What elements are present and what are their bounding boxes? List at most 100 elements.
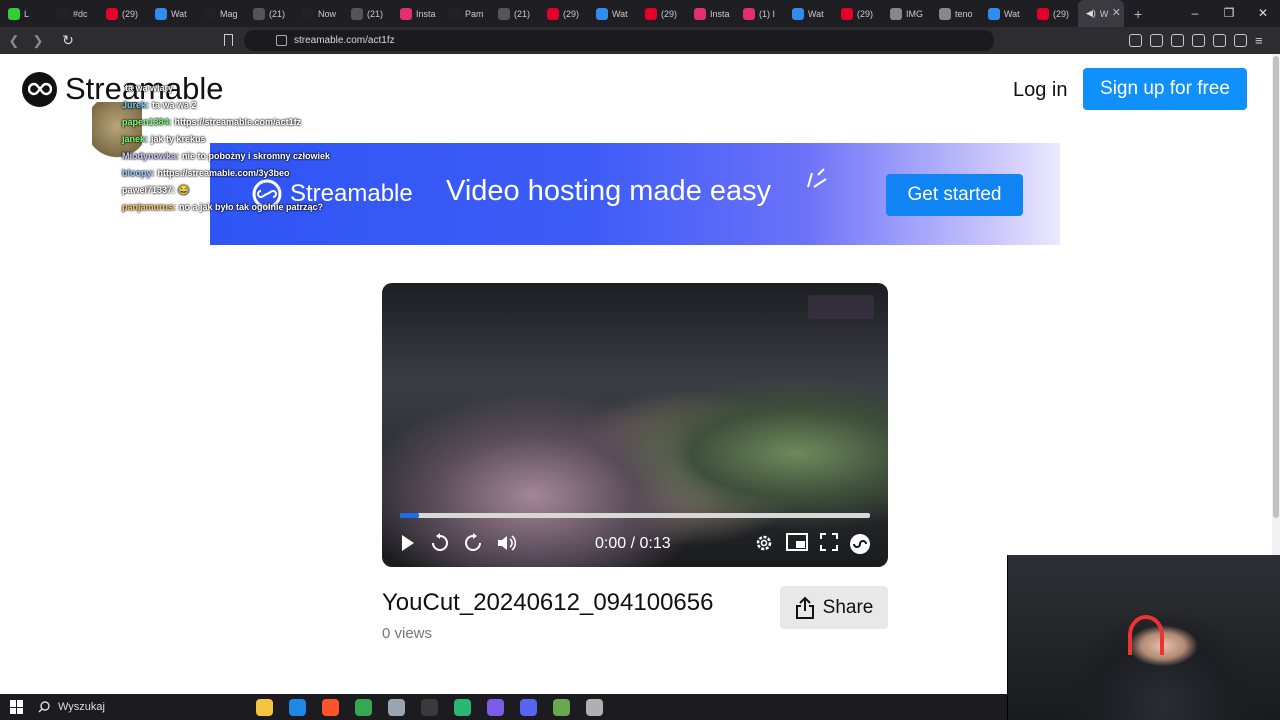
forward-button[interactable]: ❯ — [28, 33, 48, 49]
site-info-icon[interactable] — [276, 35, 287, 46]
vpn-icon[interactable] — [1234, 34, 1247, 47]
tab-label: Insta — [710, 8, 730, 19]
browser-tab[interactable]: L — [0, 0, 49, 27]
chat-username: bloopy: — [122, 168, 155, 178]
address-bar-row: ❮ ❯ ↻ streamable.com/act1fz ≡ — [0, 27, 1280, 54]
tab-label: (29) — [857, 8, 874, 19]
tab-label: (21) — [514, 8, 531, 19]
media-icon[interactable] — [1171, 34, 1184, 47]
picture-in-picture-icon — [786, 533, 808, 551]
browser-tab[interactable]: Wat — [980, 0, 1029, 27]
tab-label: L — [24, 8, 30, 19]
bookmark-icon[interactable] — [224, 34, 233, 46]
video-overlay-badge — [808, 295, 874, 319]
browser-tab[interactable]: Insta — [686, 0, 735, 27]
browser-tab[interactable]: (29) — [833, 0, 882, 27]
browser-tab[interactable]: IMG — [882, 0, 931, 27]
browser-tab[interactable]: (21) — [343, 0, 392, 27]
chat-text: no a jak było tak ogólnie patrząc? — [179, 202, 324, 212]
browser-tab[interactable]: Pam — [441, 0, 490, 27]
taskbar-app-icon[interactable] — [454, 698, 471, 716]
chat-message: Miodynowka: nie to pobożny i skromny czło… — [122, 148, 330, 165]
browser-tab[interactable]: (21) — [490, 0, 539, 27]
tab-favicon-icon — [400, 7, 412, 20]
get-started-button[interactable]: Get started — [886, 174, 1023, 216]
taskbar-app-icon[interactable] — [355, 698, 372, 716]
chat-message: ta wa wiary — [122, 80, 173, 97]
browser-tab[interactable]: Wat — [784, 0, 833, 27]
video-player[interactable]: 0:00 / 0:13 — [382, 283, 888, 567]
taskbar-app-icon[interactable] — [388, 698, 405, 716]
taskbar-app-icon[interactable] — [256, 698, 273, 716]
url-text: streamable.com/act1fz — [294, 35, 395, 46]
close-tab-icon[interactable]: ✕ — [1112, 6, 1121, 19]
chat-message: panjamurus: no a jak było tak ogólnie pat… — [122, 199, 323, 216]
tab-label: Wat — [808, 8, 824, 19]
menu-icon[interactable]: ≡ — [1255, 34, 1268, 47]
tab-label: W — [1099, 8, 1109, 19]
windows-taskbar: Wyszukaj — [0, 694, 1007, 720]
chat-text: nie to pobożny i skromny człowiek — [182, 151, 331, 161]
chat-username: papen1384: — [122, 117, 172, 127]
url-field[interactable]: streamable.com/act1fz — [224, 30, 994, 51]
login-link[interactable]: Log in — [1013, 79, 1068, 102]
tab-favicon-icon — [939, 7, 951, 20]
taskbar-app-icon[interactable] — [586, 698, 603, 716]
tab-favicon-icon — [351, 7, 363, 20]
browser-tab[interactable]: Now — [294, 0, 343, 27]
tab-favicon-icon — [253, 7, 265, 20]
share-button[interactable]: Share — [780, 586, 888, 629]
tab-label: (29) — [563, 8, 580, 19]
chat-message: pawel71337: 😂 — [122, 182, 189, 199]
taskbar-search[interactable]: Wyszukaj — [38, 701, 218, 713]
browser-tab[interactable]: #dc — [49, 0, 98, 27]
sparkle-icon — [807, 168, 827, 188]
maximize-button[interactable]: ❐ — [1212, 0, 1246, 27]
browser-tab-active[interactable]: ◀) W ✕ — [1078, 0, 1124, 27]
browser-tab[interactable]: (21) — [245, 0, 294, 27]
tab-label: #dc — [73, 8, 88, 19]
windows-start-icon[interactable] — [10, 700, 24, 714]
tab-favicon-icon — [498, 7, 510, 20]
browser-tab[interactable]: (1) I — [735, 0, 784, 27]
wallet-icon[interactable] — [1192, 34, 1205, 47]
taskbar-app-icon[interactable] — [487, 698, 504, 716]
back-button[interactable]: ❮ — [4, 33, 24, 49]
extensions-icon[interactable] — [1129, 34, 1142, 47]
reload-button[interactable]: ↻ — [58, 32, 78, 49]
tab-favicon-icon — [841, 7, 853, 20]
taskbar-app-icon[interactable] — [289, 698, 306, 716]
tab-favicon-icon — [8, 7, 20, 20]
video-progress-bar[interactable] — [400, 513, 870, 518]
browser-tab[interactable]: Mag — [196, 0, 245, 27]
browser-tab[interactable]: teno — [931, 0, 980, 27]
browser-tab[interactable]: Wat — [588, 0, 637, 27]
new-tab-button[interactable]: + — [1134, 6, 1154, 22]
tab-label: Wat — [1004, 8, 1020, 19]
browser-tab[interactable]: (29) — [539, 0, 588, 27]
tab-label: (29) — [122, 8, 139, 19]
taskbar-app-icon[interactable] — [520, 698, 537, 716]
browser-tab-bar: L #dc (29) Wat Mag (21) Now (21) Insta Pam (21) (29… — [0, 0, 1280, 27]
browser-tab[interactable]: (29) — [637, 0, 686, 27]
signup-button[interactable]: Sign up for free — [1083, 68, 1247, 110]
tab-favicon-icon — [890, 7, 902, 20]
chat-message: Jurek: ta wa wa 2 — [122, 97, 197, 114]
close-window-button[interactable]: ✕ — [1246, 0, 1280, 27]
sidebar-icon[interactable] — [1150, 34, 1163, 47]
video-title: YouCut_20240612_094100656 — [382, 589, 714, 616]
scrollbar-thumb[interactable] — [1273, 56, 1279, 518]
chat-message: bloopy: https://streamable.com/3y3beo — [122, 165, 290, 182]
chat-text: jak ty krekus — [151, 134, 206, 144]
browser-tab[interactable]: (29) — [98, 0, 147, 27]
minimize-button[interactable]: – — [1178, 0, 1212, 27]
browser-tab[interactable]: Insta — [392, 0, 441, 27]
browser-tab[interactable]: (29) — [1029, 0, 1078, 27]
taskbar-app-icon[interactable] — [553, 698, 570, 716]
chat-text: https://streamable.com/act1fz — [174, 117, 302, 127]
taskbar-app-icon[interactable] — [421, 698, 438, 716]
browser-tab[interactable]: Wat — [147, 0, 196, 27]
leo-icon[interactable] — [1213, 34, 1226, 47]
taskbar-app-icon[interactable] — [322, 698, 339, 716]
video-time: 0:00 / 0:13 — [595, 535, 671, 552]
